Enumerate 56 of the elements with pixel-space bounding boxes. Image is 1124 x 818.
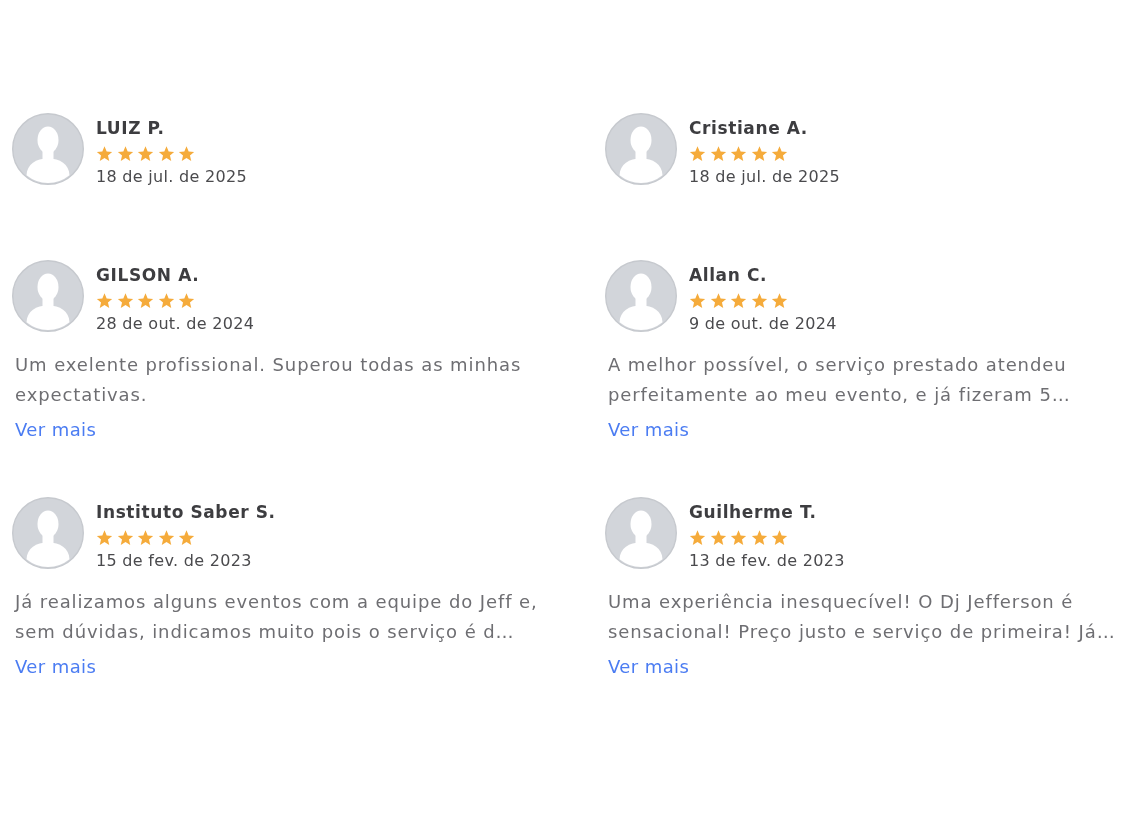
star-icon [157,146,175,162]
avatar-icon [12,113,84,185]
star-icon [116,146,134,162]
review-date: 15 de fev. de 2023 [96,551,252,571]
star-icon [137,146,154,162]
star-icon [709,146,727,162]
avatar-icon [605,497,677,569]
see-more-link[interactable]: Ver mais [15,418,97,442]
star-icon [157,530,175,546]
star-icon [750,293,768,309]
star-icon [116,530,134,546]
review-date: 18 de jul. de 2025 [689,167,840,187]
star-icon [137,530,154,546]
star-icon [157,293,175,309]
star-icon [689,293,706,309]
star-icon [96,530,113,546]
star-icon [178,146,195,162]
star-icon [178,293,195,309]
review-text: A melhor possível, o serviço prestado atendeu perfeitamente ao meu evento, e já fizeram 5… [608,353,1072,407]
star-icon [689,146,706,162]
see-more-link[interactable]: Ver mais [15,655,97,679]
star-icon [116,293,134,309]
star-icon [709,530,727,546]
reviewer-name: Instituto Saber S. [96,501,276,523]
star-icon [96,146,113,162]
star-icon [730,530,747,546]
star-icon [750,146,768,162]
avatar-icon [12,497,84,569]
review-date: 18 de jul. de 2025 [96,167,247,187]
reviewer-name: Cristiane A. [689,117,808,139]
star-icon [730,146,747,162]
review-text: Uma experiência inesquecível! O Dj Jefferson é sensacional! Preço justo e serviço de primeira! Já… [608,590,1117,644]
review-date: 13 de fev. de 2023 [689,551,845,571]
review-text: Já realizamos alguns eventos com a equipe do Jeff e, sem dúvidas, indicamos muito pois o serviço é d… [15,590,539,644]
star-icon [137,293,154,309]
reviewer-name: Allan C. [689,264,768,286]
avatar-icon [12,260,84,332]
review-text: Um exelente profissional. Superou todas as minhas expectativas. [15,353,523,407]
star-icon [730,293,747,309]
star-icon [709,293,727,309]
star-icon [771,293,788,309]
see-more-link[interactable]: Ver mais [608,418,690,442]
star-icon [96,293,113,309]
star-icon [771,146,788,162]
star-icon [689,530,706,546]
review-date: 28 de out. de 2024 [96,314,255,334]
see-more-link[interactable]: Ver mais [608,655,690,679]
avatar-icon [605,260,677,332]
reviewer-name: GILSON A. [96,264,200,286]
avatar-icon [605,113,677,185]
star-icon [750,530,768,546]
star-icon [178,530,195,546]
star-icon [771,530,788,546]
reviewer-name: LUIZ P. [96,117,165,139]
reviewer-name: Guilherme T. [689,501,817,523]
review-date: 9 de out. de 2024 [689,314,837,334]
